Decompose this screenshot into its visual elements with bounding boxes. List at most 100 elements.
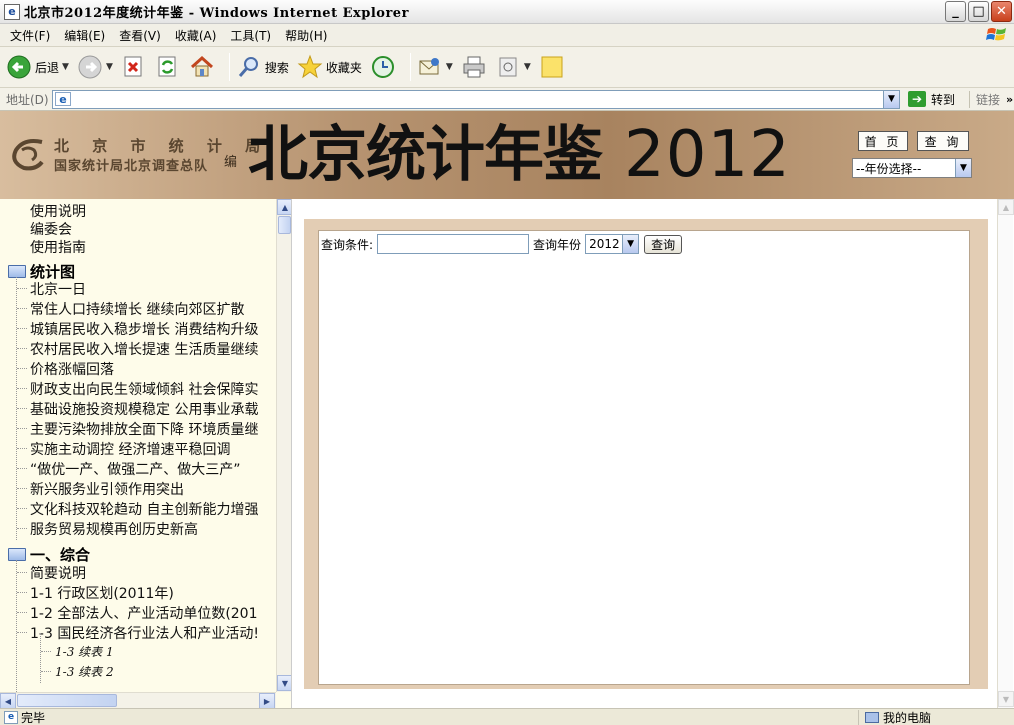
scroll-down-icon[interactable]: ▼	[277, 675, 291, 691]
tree-item[interactable]: 1-2 全部法人、产业活动单位数(201	[30, 603, 258, 623]
query-year-value: 2012	[589, 237, 620, 251]
menu-tools[interactable]: 工具(T)	[224, 25, 279, 46]
scroll-down-icon[interactable]: ▼	[998, 691, 1014, 707]
tree-horizontal-scrollbar[interactable]: ◀ ▶	[0, 692, 276, 708]
print-button[interactable]	[461, 52, 487, 82]
scroll-up-icon[interactable]: ▲	[277, 199, 291, 215]
edit-mark: 编	[224, 155, 238, 170]
tree-connector	[17, 448, 27, 449]
main-vertical-scrollbar[interactable]: ▲ ▼	[997, 199, 1014, 708]
go-label: 转到	[931, 92, 956, 107]
query-page-button[interactable]: 查 询	[917, 131, 969, 151]
scroll-right-icon[interactable]: ▶	[259, 693, 275, 708]
menu-file[interactable]: 文件(F)	[4, 25, 58, 46]
favorites-button[interactable]: 收藏夹	[297, 52, 362, 82]
tree-item-committee[interactable]: 编委会	[30, 219, 72, 239]
tree-item[interactable]: 新兴服务业引领作用突出	[30, 479, 184, 499]
address-dropdown-icon[interactable]: ▼	[883, 90, 899, 108]
toolbar-separator	[228, 53, 230, 81]
address-input[interactable]: e ▼	[52, 89, 900, 109]
tree-item[interactable]: 城镇居民收入稳步增长 消费结构升级	[30, 319, 258, 339]
security-zone: 我的电脑	[858, 710, 931, 725]
history-icon	[371, 56, 394, 78]
tree-item[interactable]: 北京一日	[30, 279, 86, 299]
tree-item[interactable]: 简要说明	[30, 563, 86, 583]
links-more-icon[interactable]: »	[1006, 93, 1013, 106]
tree-item[interactable]: 主要污染物排放全面下降 环境质量继	[30, 419, 258, 439]
go-button[interactable]: ➔ 转到	[908, 91, 955, 108]
windows-logo-icon	[986, 28, 1006, 41]
history-button[interactable]	[370, 52, 396, 82]
folder-icon	[8, 548, 26, 561]
back-button[interactable]: 后退 ▼	[6, 52, 69, 82]
page-button[interactable]: ▼	[495, 52, 531, 82]
chevron-down-icon[interactable]: ▼	[622, 235, 639, 253]
tree-item-usage[interactable]: 使用说明	[30, 201, 86, 221]
query-condition-input[interactable]	[377, 234, 530, 254]
tree-connector	[17, 528, 27, 529]
tree-item[interactable]: “做优一产、做强二产、做大三产”	[30, 459, 241, 479]
query-form: 查询条件: 查询年份 2012 ▼ 查询	[321, 234, 683, 254]
menu-view[interactable]: 查看(V)	[113, 25, 169, 46]
status-bar: e 完毕 我的电脑	[0, 708, 1014, 725]
home-page-button[interactable]: 首 页	[858, 131, 908, 151]
forward-dropdown-icon[interactable]: ▼	[106, 62, 113, 72]
ie-page-icon: e	[55, 92, 71, 106]
menu-bar: 文件(F) 编辑(E) 查看(V) 收藏(A) 工具(T) 帮助(H)	[0, 24, 1014, 47]
tree-item[interactable]: 服务贸易规模再创历史新高	[30, 519, 198, 539]
search-button[interactable]: 搜索	[236, 52, 289, 82]
links-button[interactable]: 链接	[969, 90, 1000, 108]
tree-subitem[interactable]: 1-3 续表 1	[55, 643, 114, 660]
tree-connector	[17, 308, 27, 309]
tree-item-guide[interactable]: 使用指南	[30, 237, 86, 257]
tree-vscroll-thumb[interactable]	[278, 216, 291, 234]
query-submit-button[interactable]: 查询	[644, 234, 683, 254]
refresh-button[interactable]	[155, 52, 181, 82]
tree-item[interactable]: 1-3 国民经济各行业法人和产业活动!	[30, 623, 259, 643]
ie-page-icon: e	[4, 3, 20, 20]
tree-item[interactable]: 文化科技双轮趋动 自主创新能力增强	[30, 499, 258, 519]
home-button[interactable]	[189, 52, 215, 82]
scroll-left-icon[interactable]: ◀	[0, 693, 16, 708]
scroll-up-icon[interactable]: ▲	[998, 199, 1014, 215]
maximize-button[interactable]: □	[968, 1, 989, 22]
back-arrow-icon	[7, 55, 31, 79]
stop-button[interactable]	[121, 52, 147, 82]
page-dropdown-icon[interactable]: ▼	[524, 62, 531, 72]
stop-icon	[124, 56, 142, 77]
tree-subitem[interactable]: 1-3 续表 2	[55, 663, 114, 680]
tree-item[interactable]: 1-1 行政区划(2011年)	[30, 583, 174, 603]
mail-button[interactable]: ▼	[417, 52, 453, 82]
survey-team-name: 国家统计局北京调查总队	[54, 159, 209, 174]
address-bar: 地址(D) e ▼ ➔ 转到 链接 »	[0, 88, 1014, 111]
chevron-down-icon[interactable]: ▼	[955, 159, 971, 177]
tree-connector	[17, 368, 27, 369]
menu-help[interactable]: 帮助(H)	[279, 25, 335, 46]
tree-hscroll-thumb[interactable]	[17, 694, 117, 707]
note-button[interactable]	[539, 52, 565, 82]
year-select[interactable]: --年份选择-- ▼	[852, 158, 972, 178]
ie-page-icon: e	[4, 710, 18, 724]
status-text: 完毕	[21, 710, 46, 725]
mail-dropdown-icon[interactable]: ▼	[446, 62, 453, 72]
tree-folder-general[interactable]: 一、综合	[8, 544, 90, 565]
star-icon	[297, 54, 323, 79]
home-icon	[190, 55, 213, 77]
menu-edit[interactable]: 编辑(E)	[58, 25, 113, 46]
query-year-select[interactable]: 2012 ▼	[585, 234, 640, 254]
back-dropdown-icon[interactable]: ▼	[62, 62, 69, 72]
tree-item[interactable]: 价格涨幅回落	[30, 359, 114, 379]
zone-label: 我的电脑	[883, 711, 932, 725]
tree-item[interactable]: 实施主动调控 经济增速平稳回调	[30, 439, 230, 459]
forward-button[interactable]: ▼	[77, 52, 113, 82]
tree-connector	[17, 592, 27, 593]
tree-connector	[17, 468, 27, 469]
tree-vertical-scrollbar[interactable]: ▲ ▼	[276, 199, 291, 692]
menu-favorites[interactable]: 收藏(A)	[169, 25, 225, 46]
tree-item[interactable]: 常住人口持续增长 继续向郊区扩散	[30, 299, 244, 319]
close-button[interactable]: ✕	[991, 1, 1012, 22]
minimize-button[interactable]: _	[945, 1, 966, 22]
tree-item[interactable]: 基础设施投资规模稳定 公用事业承载	[30, 399, 258, 419]
tree-item[interactable]: 财政支出向民生领域倾斜 社会保障实	[30, 379, 258, 399]
tree-item[interactable]: 农村居民收入增长提速 生活质量继续	[30, 339, 258, 359]
